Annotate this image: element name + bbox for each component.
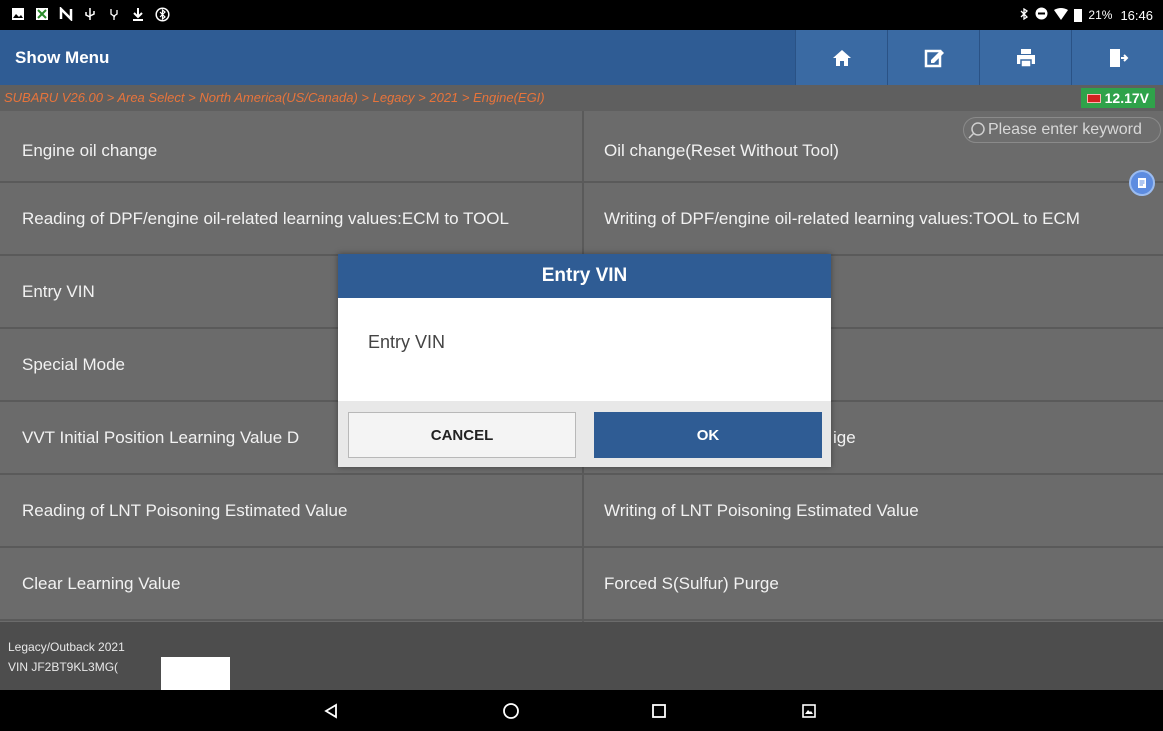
- exit-button[interactable]: [1071, 30, 1163, 85]
- breadcrumb-bar: SUBARU V26.00 > Area Select > North Amer…: [0, 85, 1163, 111]
- entry-vin-dialog: Entry VIN Entry VIN CANCEL OK: [338, 254, 831, 467]
- download-icon: [130, 6, 146, 22]
- recents-button[interactable]: [648, 700, 670, 722]
- voltage-value: 12.17V: [1104, 90, 1149, 106]
- recents-icon: [652, 704, 666, 718]
- menu-item-forced-sulfur-purge[interactable]: Forced S(Sulfur) Purge: [584, 548, 1163, 619]
- menu-item-clear-learning-value[interactable]: Clear Learning Value: [0, 548, 584, 619]
- cancel-button[interactable]: CANCEL: [348, 412, 576, 458]
- screenshot-icon: [802, 704, 816, 718]
- clock: 16:46: [1120, 7, 1153, 23]
- wifi-icon: [1054, 7, 1069, 23]
- menu-item-reading-dpf[interactable]: Reading of DPF/engine oil-related learni…: [0, 183, 584, 254]
- dialog-footer: CANCEL OK: [338, 401, 831, 467]
- search-icon: [968, 122, 985, 139]
- edit-icon: [924, 49, 944, 67]
- notification-icons: [10, 6, 170, 22]
- back-button[interactable]: [320, 700, 342, 722]
- vehicle-model: Legacy/Outback 2021: [8, 640, 125, 654]
- dialog-message: Entry VIN: [338, 298, 831, 401]
- show-menu-button[interactable]: Show Menu: [15, 48, 109, 68]
- battery-voltage-icon: [1086, 93, 1101, 103]
- print-button[interactable]: [979, 30, 1071, 85]
- list-row: Reading of DPF/engine oil-related learni…: [0, 181, 1163, 254]
- bluetooth-setting-icon: [154, 6, 170, 22]
- n-icon: [58, 6, 74, 22]
- menu-item-engine-oil-change[interactable]: Engine oil change: [0, 111, 584, 181]
- search-input[interactable]: Please enter keyword: [963, 117, 1161, 143]
- screenshot-button[interactable]: [798, 700, 820, 722]
- status-bar: 21% 16:46: [0, 0, 1163, 30]
- navigation-bar: [0, 690, 1163, 731]
- edit-button[interactable]: [887, 30, 979, 85]
- document-icon: [1138, 178, 1146, 188]
- voltage-badge: 12.17V: [1080, 88, 1155, 108]
- bluetooth-icon: [1019, 7, 1029, 23]
- battery-percent: 21%: [1088, 8, 1113, 22]
- floating-document-button[interactable]: [1129, 170, 1155, 196]
- vin-redaction: [161, 657, 230, 690]
- list-row: Clear Learning Value Forced S(Sulfur) Pu…: [0, 546, 1163, 619]
- menu-item-reading-lnt[interactable]: Reading of LNT Poisoning Estimated Value: [0, 475, 584, 546]
- usb-icon: [82, 6, 98, 22]
- print-icon: [1016, 48, 1035, 68]
- ok-button[interactable]: OK: [594, 412, 822, 458]
- home-circle-icon: [503, 703, 519, 719]
- gallery-icon: [10, 6, 26, 22]
- dialog-title: Entry VIN: [338, 254, 831, 298]
- home-icon: [832, 49, 851, 66]
- search-placeholder: Please enter keyword: [988, 121, 1142, 138]
- battery-icon: [1074, 8, 1083, 22]
- home-nav-button[interactable]: [500, 700, 522, 722]
- breadcrumb: SUBARU V26.00 > Area Select > North Amer…: [4, 90, 545, 105]
- app-icon: [34, 6, 50, 22]
- status-right: 21% 16:46: [1019, 7, 1153, 23]
- do-not-disturb-icon: [1035, 7, 1048, 23]
- app-bar: Show Menu: [0, 30, 1163, 85]
- menu-item-writing-dpf[interactable]: Writing of DPF/engine oil-related learni…: [584, 183, 1163, 254]
- back-icon: [324, 703, 337, 719]
- list-row: Reading of LNT Poisoning Estimated Value…: [0, 473, 1163, 546]
- usb-debug-icon: [106, 6, 122, 22]
- menu-item-writing-lnt[interactable]: Writing of LNT Poisoning Estimated Value: [584, 475, 1163, 546]
- home-button[interactable]: [795, 30, 887, 85]
- exit-icon: [1109, 48, 1128, 67]
- vehicle-vin: VIN JF2BT9KL3MG(: [8, 660, 119, 674]
